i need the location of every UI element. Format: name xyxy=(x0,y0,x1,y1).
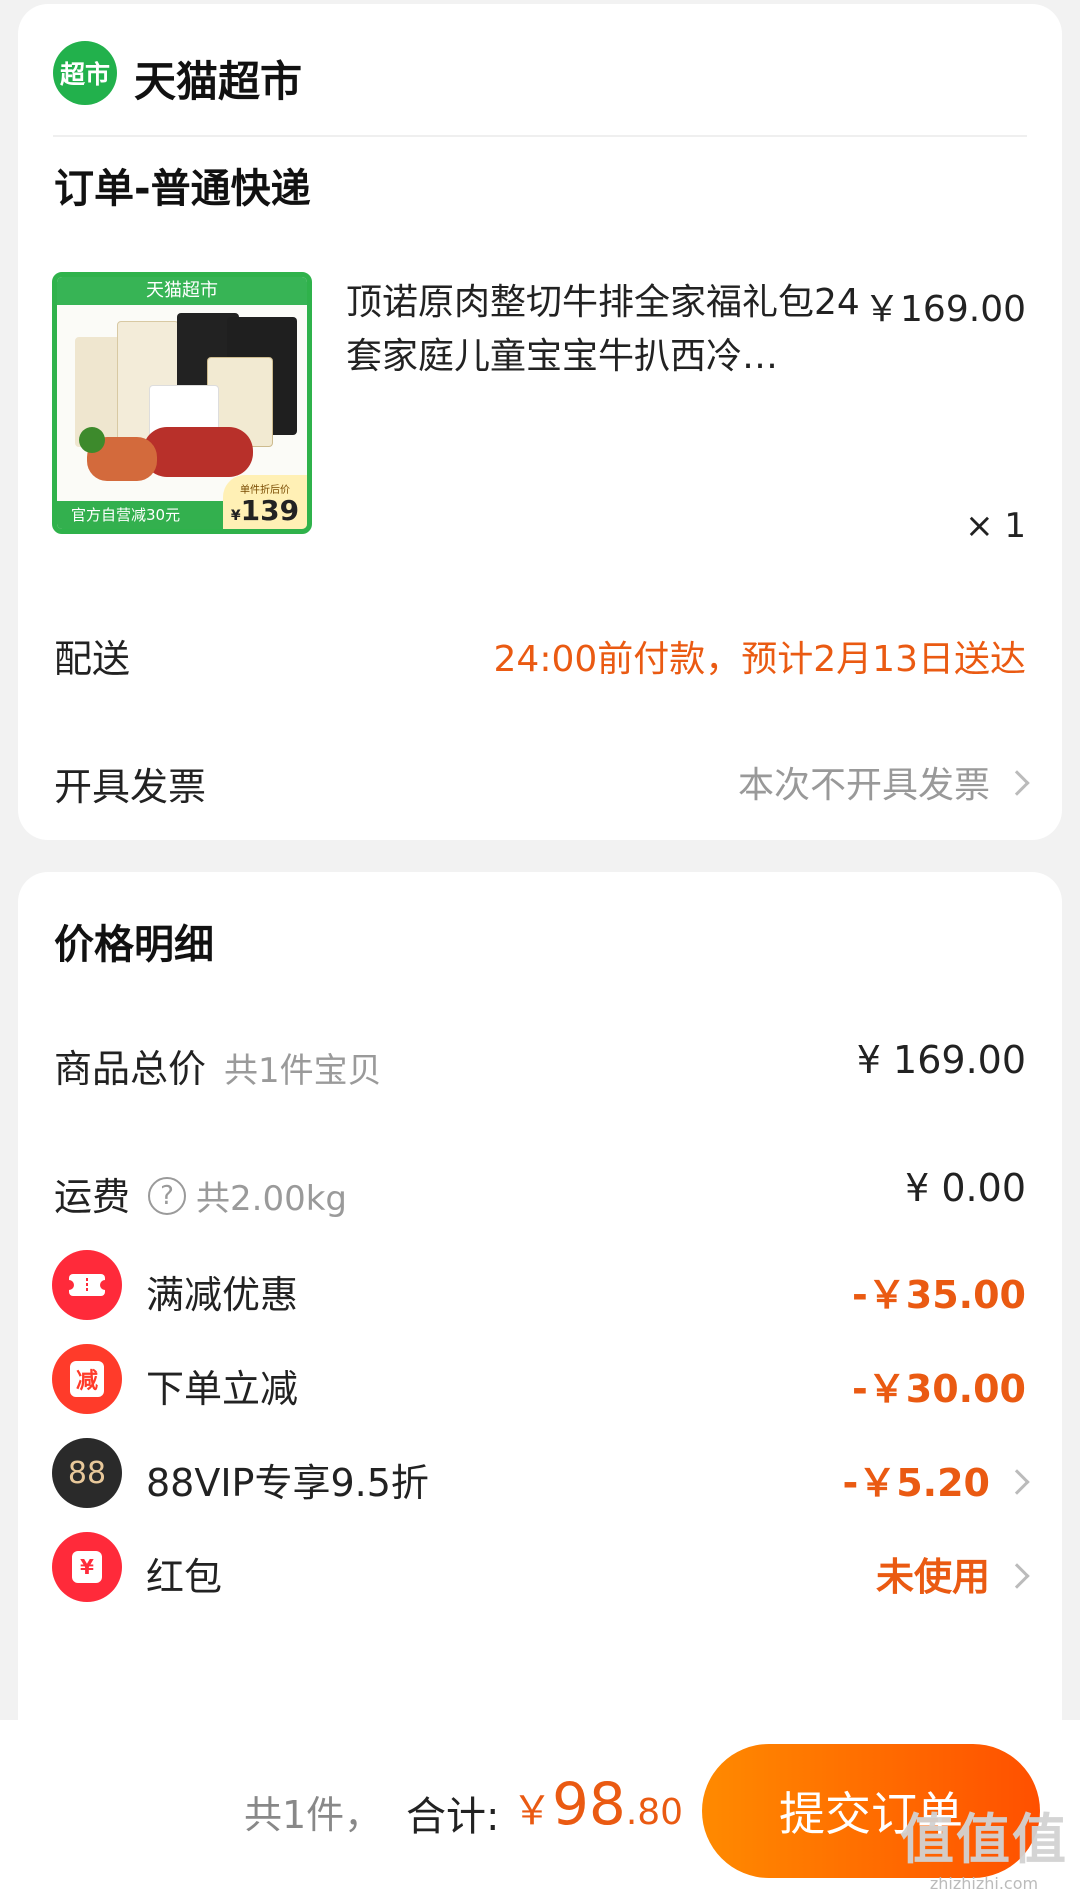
steak-graphic xyxy=(143,427,253,477)
vip88-icon: 88 xyxy=(52,1438,122,1508)
product-title[interactable]: 顶诺原肉整切牛排全家福礼包24套家庭儿童宝宝牛扒西冷… xyxy=(346,276,886,384)
shipping-row: 运费? 共2.00kg xyxy=(54,1166,347,1221)
discount-label: 88VIP专享9.5折 xyxy=(146,1461,429,1505)
red-packet-status: 未使用 xyxy=(875,1555,990,1599)
divider xyxy=(53,135,1027,137)
subtotal-label: 商品总价 xyxy=(54,1047,207,1091)
store-name[interactable]: 天猫超市 xyxy=(134,48,302,109)
watermark: 值值值 zhizhizhi.com xyxy=(900,1808,1068,1893)
chevron-right-icon xyxy=(1004,770,1030,796)
discount-label: 下单立减 xyxy=(146,1367,299,1411)
invoice-value: 本次不开具发票 xyxy=(737,765,990,806)
help-icon[interactable]: ? xyxy=(148,1176,187,1215)
shipping-label: 运费 xyxy=(54,1175,131,1219)
vip-discount-row[interactable]: -￥5.20 xyxy=(842,1452,1030,1507)
delivery-label: 配送 xyxy=(54,637,131,681)
total-amount: ￥98.80 xyxy=(512,1770,684,1838)
vegetable-graphic xyxy=(79,427,105,453)
coupon-icon xyxy=(52,1250,122,1320)
product-image[interactable]: 天猫超市 官方自营减30元 单件折后价 ¥139 xyxy=(52,272,312,534)
shipping-value: ¥ 0.00 xyxy=(905,1166,1026,1210)
product-image-banner: 天猫超市 xyxy=(57,277,307,305)
chevron-right-icon xyxy=(1004,1468,1030,1495)
total-label: 合计: xyxy=(406,1794,500,1840)
price-tag-value: ¥139 xyxy=(230,494,300,527)
price-detail-card: 价格明细 商品总价 共1件宝贝 ¥ 169.00 运费? 共2.00kg ¥ 0.0… xyxy=(18,872,1062,1732)
invoice-label: 开具发票 xyxy=(54,765,207,809)
red-packet-icon: ¥ xyxy=(52,1532,122,1602)
order-title: 订单-普通快递 xyxy=(54,166,311,212)
subtotal-value: ¥ 169.00 xyxy=(856,1038,1026,1082)
discount-label: 满减优惠 xyxy=(146,1273,299,1317)
invoice-row[interactable]: 本次不开具发票 xyxy=(737,756,1030,808)
product-quantity: × 1 xyxy=(965,506,1026,546)
shipping-weight: 共2.00kg xyxy=(196,1179,347,1219)
chevron-right-icon xyxy=(1004,1562,1030,1589)
product-price: ￥169.00 xyxy=(864,289,1026,330)
bottom-bar: 共1件， 合计: ￥98.80 提交订单 值值值 zhizhizhi.com xyxy=(0,1720,1080,1901)
discount-label: 红包 xyxy=(146,1555,223,1599)
subtotal-count: 共1件宝贝 xyxy=(224,1051,382,1091)
red-packet-row[interactable]: 未使用 xyxy=(875,1546,1030,1601)
delivery-value: 24:00前付款，预计2月13日送达 xyxy=(493,639,1026,680)
discount-value: -￥30.00 xyxy=(852,1367,1026,1411)
reduce-icon: 减 xyxy=(52,1344,122,1414)
subtotal-row: 商品总价 共1件宝贝 xyxy=(54,1038,382,1093)
store-logo: 超市 xyxy=(53,41,117,105)
discount-value: -￥5.20 xyxy=(842,1461,990,1505)
item-count: 共1件， xyxy=(244,1793,383,1837)
price-detail-title: 价格明细 xyxy=(54,922,214,968)
product-image-price-tag: 单件折后价 ¥139 xyxy=(223,475,307,529)
order-card: 超市 天猫超市 订单-普通快递 天猫超市 官方自营减30元 单件折后价 ¥139… xyxy=(18,4,1062,840)
discount-value: -￥35.00 xyxy=(852,1273,1026,1317)
